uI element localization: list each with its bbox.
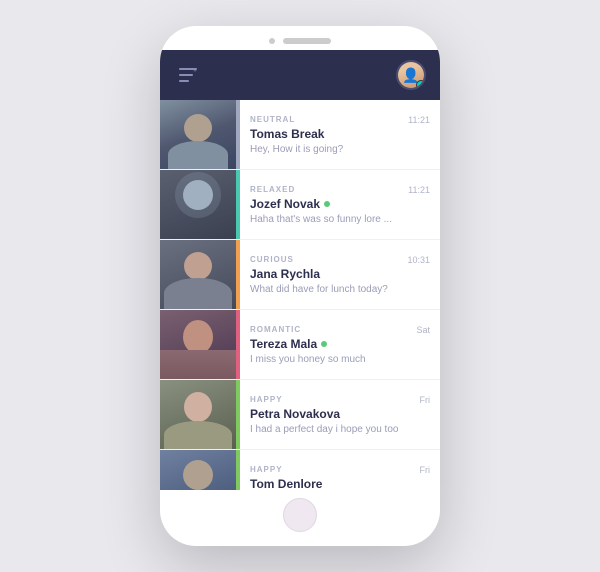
chat-content: CURIOUS 10:31 Jana Rychla What did have … (240, 240, 440, 309)
contact-name: Tereza Mala (250, 337, 317, 351)
chat-list: NEUTRAL 11:21 Tomas Break Hey, How it is… (160, 100, 440, 490)
chat-item[interactable]: CURIOUS 10:31 Jana Rychla What did have … (160, 240, 440, 310)
name-row: Petra Novakova (250, 407, 430, 421)
timestamp: Fri (420, 395, 431, 405)
chat-content: ROMANTIC Sat Tereza Mala I miss you hone… (240, 310, 440, 379)
online-indicator (324, 201, 330, 207)
timestamp: Sat (416, 325, 430, 335)
contact-avatar (160, 380, 236, 449)
contact-name: Tomas Break (250, 127, 324, 141)
message-preview: I had a perfect day i hope you too (250, 424, 430, 435)
message-preview: I miss you honey so much (250, 354, 430, 365)
phone-bottom (160, 490, 440, 546)
chat-item[interactable]: HAPPY Fri Petra Novakova I had a perfect… (160, 380, 440, 450)
chat-meta: HAPPY Fri (250, 465, 430, 475)
phone-screen: 👤 NEUTRAL 11:21 Tomas Break Hey, How it … (160, 50, 440, 490)
home-button[interactable] (283, 498, 317, 532)
contact-avatar (160, 450, 236, 490)
chat-content: HAPPY Fri Petra Novakova I had a perfect… (240, 380, 440, 449)
chat-item[interactable]: HAPPY Fri Tom Denlore I had a perfect da… (160, 450, 440, 490)
contact-name: Petra Novakova (250, 407, 340, 421)
name-row: Tomas Break (250, 127, 430, 141)
contact-avatar (160, 100, 236, 169)
chat-meta: CURIOUS 10:31 (250, 255, 430, 265)
chat-meta: NEUTRAL 11:21 (250, 115, 430, 125)
user-avatar[interactable]: 👤 (396, 60, 426, 90)
menu-icon[interactable] (174, 61, 202, 89)
mood-label: RELAXED (250, 185, 295, 194)
contact-avatar (160, 240, 236, 309)
timestamp: 10:31 (407, 255, 430, 265)
chat-item[interactable]: NEUTRAL 11:21 Tomas Break Hey, How it is… (160, 100, 440, 170)
message-preview: Haha that's was so funny lore ... (250, 214, 430, 225)
avatar-face: 👤 (398, 62, 424, 88)
chat-item[interactable]: ROMANTIC Sat Tereza Mala I miss you hone… (160, 310, 440, 380)
phone-frame: 👤 NEUTRAL 11:21 Tomas Break Hey, How it … (160, 26, 440, 546)
chat-meta: RELAXED 11:21 (250, 185, 430, 195)
mood-label: NEUTRAL (250, 115, 295, 124)
chat-item[interactable]: RELAXED 11:21 Jozef Novak Haha that's wa… (160, 170, 440, 240)
contact-name: Jozef Novak (250, 197, 320, 211)
online-indicator (321, 341, 327, 347)
contact-name: Tom Denlore (250, 477, 322, 491)
contact-name: Jana Rychla (250, 267, 320, 281)
phone-top-bar (160, 26, 440, 50)
name-row: Tereza Mala (250, 337, 430, 351)
chat-content: NEUTRAL 11:21 Tomas Break Hey, How it is… (240, 100, 440, 169)
mood-label: HAPPY (250, 465, 283, 474)
name-row: Jozef Novak (250, 197, 430, 211)
speaker-bar (283, 38, 331, 44)
app-header: 👤 (160, 50, 440, 100)
chat-content: HAPPY Fri Tom Denlore I had a perfect da… (240, 450, 440, 490)
message-preview: Hey, How it is going? (250, 144, 430, 155)
mood-label: CURIOUS (250, 255, 294, 264)
chat-meta: HAPPY Fri (250, 395, 430, 405)
chat-content: RELAXED 11:21 Jozef Novak Haha that's wa… (240, 170, 440, 239)
chat-meta: ROMANTIC Sat (250, 325, 430, 335)
message-preview: What did have for lunch today? (250, 284, 430, 295)
mood-label: ROMANTIC (250, 325, 301, 334)
name-row: Tom Denlore (250, 477, 430, 491)
name-row: Jana Rychla (250, 267, 430, 281)
camera-dot (269, 38, 275, 44)
contact-avatar (160, 170, 236, 239)
timestamp: 11:21 (408, 115, 430, 125)
timestamp: 11:21 (408, 185, 430, 195)
timestamp: Fri (420, 465, 431, 475)
mood-label: HAPPY (250, 395, 283, 404)
contact-avatar (160, 310, 236, 379)
